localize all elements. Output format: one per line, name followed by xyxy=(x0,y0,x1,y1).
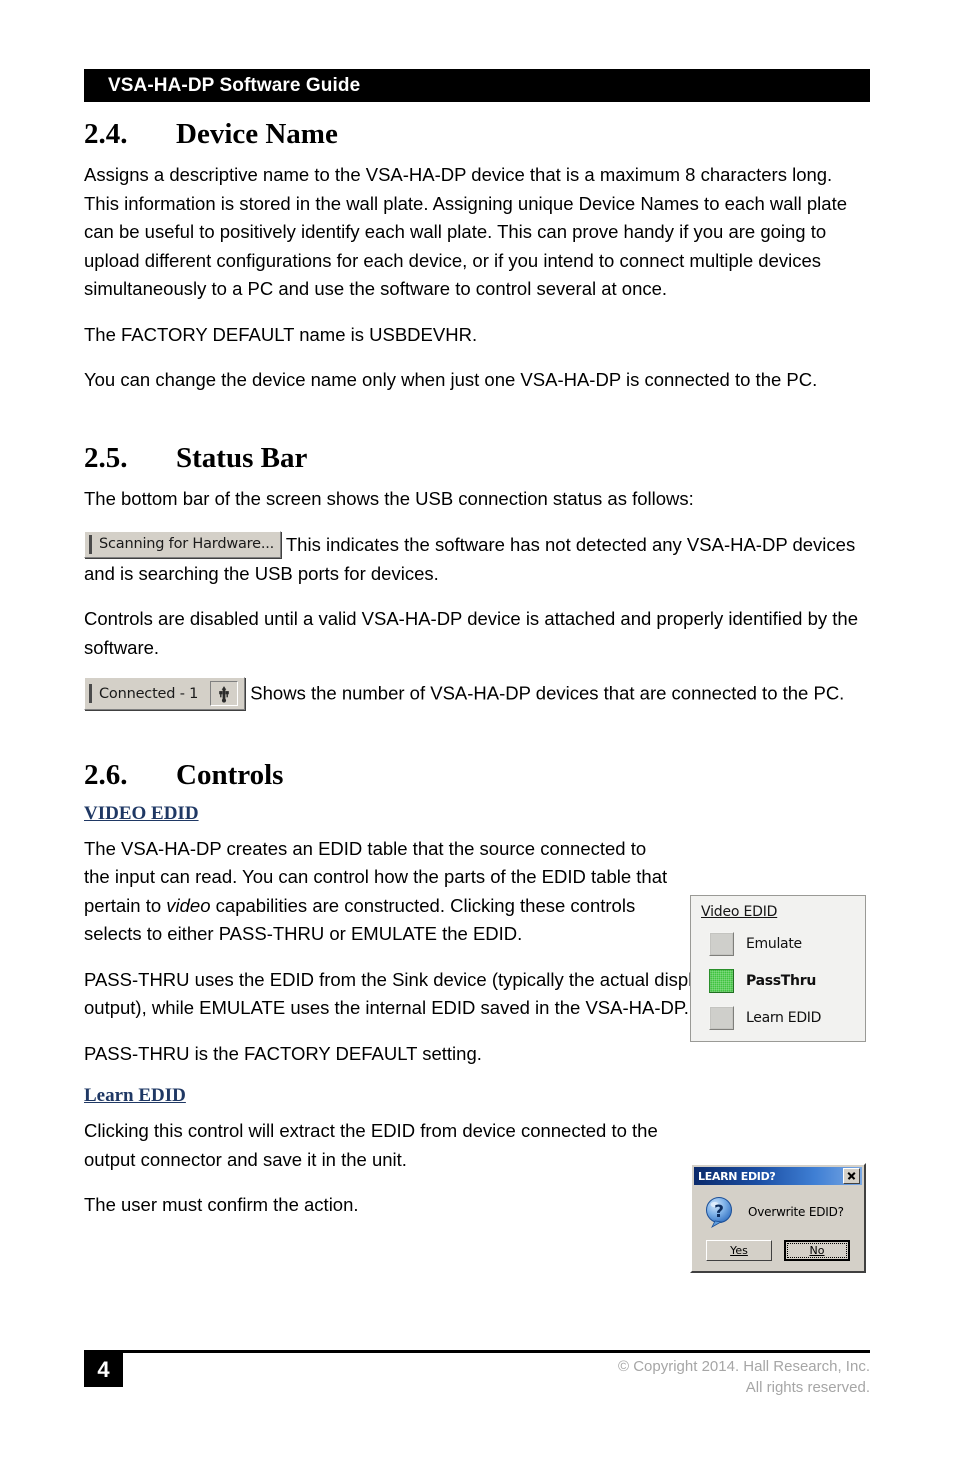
dialog-titlebar: LEARN EDID? xyxy=(694,1167,862,1185)
footer-copyright: © Copyright 2014. Hall Research, Inc. Al… xyxy=(450,1356,870,1398)
section-title: Controls xyxy=(176,759,284,792)
section-number: 2.6. xyxy=(84,759,128,792)
connected-status-label: Connected - 1 xyxy=(99,685,199,702)
no-button[interactable]: No xyxy=(784,1240,850,1261)
document-page: VSA-HA-DP Software Guide 2.4. Device Name… xyxy=(0,0,954,1475)
subheading-video-edid-wrap: VIDEO EDID xyxy=(84,803,870,835)
section-title: Device Name xyxy=(176,118,338,150)
paragraph: The bottom bar of the screen shows the U… xyxy=(84,488,694,510)
scanning-status-figure-block: Scanning for Hardware... This indicates … xyxy=(84,530,870,589)
paragraph-video-edid: The VSA-HA-DP creates an EDID table that… xyxy=(84,835,674,949)
figure-learn-edid-dialog: LEARN EDID? ? Overwrite EDID? Yes No xyxy=(690,1163,866,1273)
dialog-message: Overwrite EDID? xyxy=(748,1205,844,1219)
focus-ring xyxy=(787,1243,847,1258)
paragraph: The FACTORY DEFAULT name is USBDEVHR. xyxy=(84,323,478,345)
connected-status-widget: Connected - 1 xyxy=(84,677,246,711)
header-title: VSA-HA-DP Software Guide xyxy=(108,74,361,96)
statusbar-grip xyxy=(89,534,92,554)
scanning-status-widget: Scanning for Hardware... xyxy=(84,530,282,558)
learn-edid-label: Learn EDID xyxy=(746,1010,822,1026)
paragraph: Assigns a descriptive name to the VSA-HA… xyxy=(84,164,848,300)
page-content: 2.4. Device Name Assigns a descriptive na… xyxy=(84,118,870,1237)
scanning-status-label: Scanning for Hardware... xyxy=(99,536,275,553)
emulate-toggle-button[interactable] xyxy=(709,932,734,956)
yes-button-label: Yes xyxy=(730,1244,748,1257)
video-edid-option-learn-edid[interactable]: Learn EDID xyxy=(709,1006,821,1030)
video-edid-option-passthru[interactable]: PassThru xyxy=(709,969,816,993)
figure-video-edid-panel: Video EDID Emulate PassThru Learn EDID xyxy=(690,895,866,1042)
statusbar-grip xyxy=(89,684,92,704)
connected-status-figure-block: Connected - 1 Shows the number of VSA-HA… xyxy=(84,677,870,712)
yes-button[interactable]: Yes xyxy=(706,1240,772,1261)
section-title: Status Bar xyxy=(176,441,308,474)
paragraph: Clicking this control will extract the E… xyxy=(84,1120,658,1170)
copyright-line-2: All rights reserved. xyxy=(745,1379,870,1396)
video-edid-option-emulate[interactable]: Emulate xyxy=(709,932,802,956)
learn-edid-toggle-button[interactable] xyxy=(709,1006,734,1030)
dialog-title: LEARN EDID? xyxy=(698,1169,776,1183)
subheading-learn-edid-wrap: Learn EDID xyxy=(84,1085,870,1117)
paragraph: Controls are disabled until a valid VSA-… xyxy=(84,608,859,658)
section-heading-controls: 2.6. Controls xyxy=(84,759,870,792)
emulate-label: Emulate xyxy=(746,936,802,952)
section-heading-status-bar: 2.5. Status Bar xyxy=(84,442,870,475)
connected-status-caption: Shows the number of VSA-HA-DP devices th… xyxy=(245,683,845,705)
subheading-learn-edid: Learn EDID xyxy=(84,1085,186,1107)
page-number-badge: 4 xyxy=(84,1353,123,1387)
section-heading-device-name: 2.4. Device Name xyxy=(84,118,870,151)
passthru-toggle-button[interactable] xyxy=(709,969,734,993)
emphasis-video: video xyxy=(166,894,211,916)
subheading-video-edid: VIDEO EDID xyxy=(84,802,199,824)
section-number: 2.5. xyxy=(84,441,128,474)
video-edid-panel-title: Video EDID xyxy=(701,904,778,920)
paragraph: You can change the device name only when… xyxy=(84,369,818,391)
usb-icon xyxy=(210,681,239,707)
footer-divider xyxy=(84,1350,870,1353)
page-number: 4 xyxy=(97,1357,110,1382)
section-number: 2.4. xyxy=(84,118,128,150)
passthru-label: PassThru xyxy=(746,973,816,989)
dialog-button-row: Yes No xyxy=(692,1240,864,1261)
close-icon[interactable] xyxy=(843,1168,860,1184)
question-icon: ? xyxy=(706,1197,732,1228)
running-header: VSA-HA-DP Software Guide xyxy=(84,69,870,102)
paragraph: PASS-THRU is the FACTORY DEFAULT setting… xyxy=(84,1042,482,1064)
copyright-line-1: © Copyright 2014. Hall Research, Inc. xyxy=(617,1358,870,1375)
dialog-body: ? Overwrite EDID? xyxy=(692,1185,864,1234)
svg-text:?: ? xyxy=(714,1202,724,1222)
